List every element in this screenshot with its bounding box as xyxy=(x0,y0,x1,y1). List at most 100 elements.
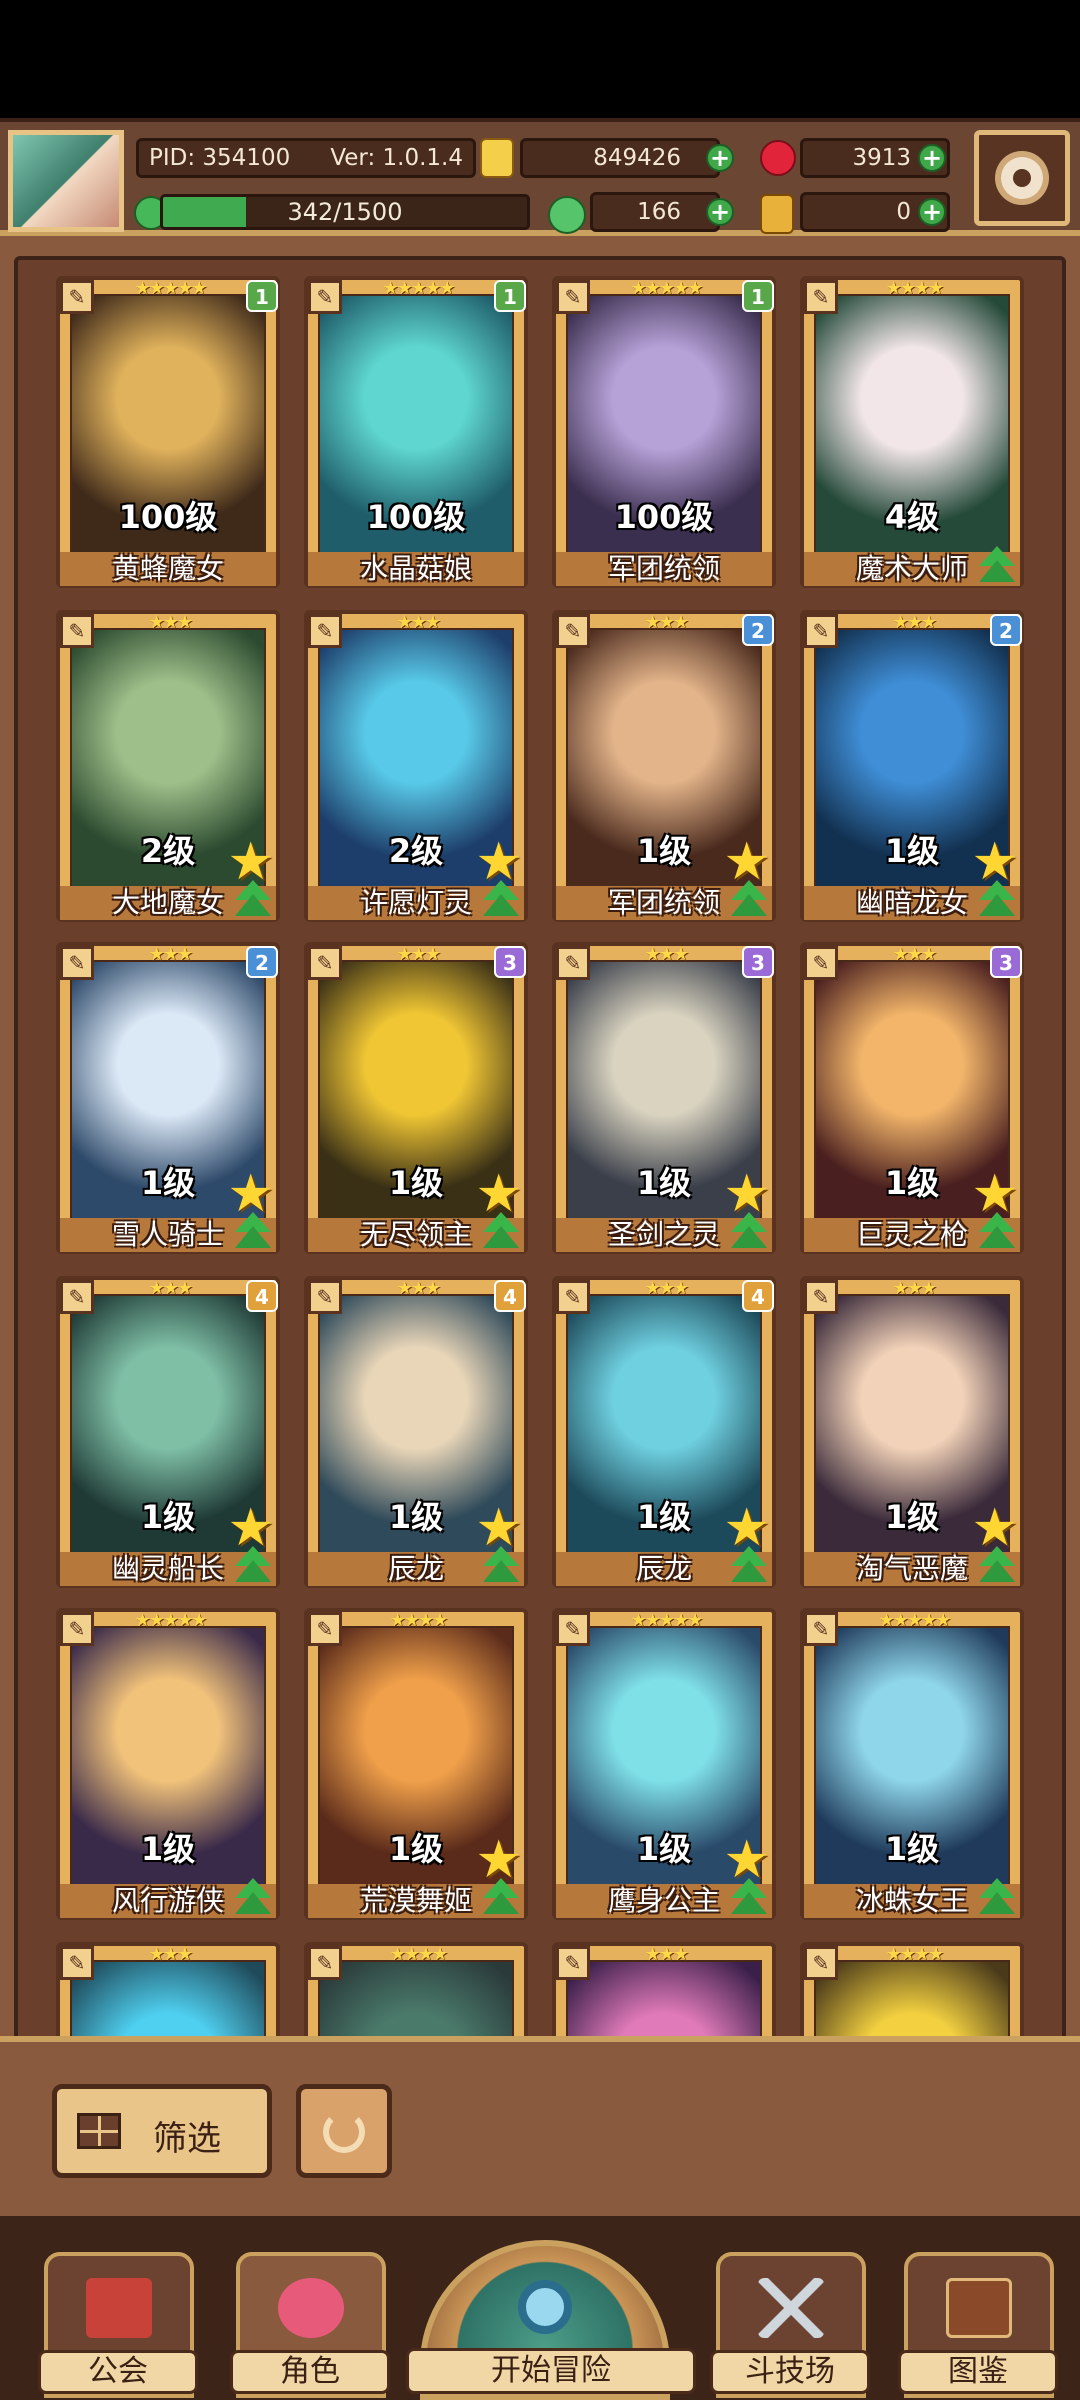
star-rating: ★★★★ xyxy=(885,278,945,299)
character-card[interactable]: ✎ ★★★ 2 1级 ★ 幽暗龙女 xyxy=(800,610,1024,922)
star-rating: ★★★ xyxy=(644,1278,689,1299)
character-card[interactable]: ✎ ★★★ 4 1级 ★ 幽灵船长 xyxy=(56,1276,280,1588)
level-up-arrow-icon xyxy=(728,1878,770,1920)
character-level: 100级 xyxy=(366,498,466,536)
character-level: 4级 xyxy=(884,498,940,536)
star-rating: ★★★ xyxy=(148,1278,193,1299)
star-rating: ★★★★★ xyxy=(134,278,208,299)
magnifier-icon xyxy=(518,2280,572,2334)
level-up-arrow-icon xyxy=(232,1546,274,1588)
level-up-arrow-icon xyxy=(232,1212,274,1254)
element-type-icon: ✎ xyxy=(308,946,342,980)
character-card[interactable]: ✎ ★★★★★ 1 100级 军团统领 xyxy=(552,276,776,588)
level-up-arrow-icon xyxy=(232,880,274,922)
character-card[interactable]: ✎ ★★★ 2级 ★ 许愿灯灵 xyxy=(304,610,528,922)
element-type-icon: ✎ xyxy=(556,1612,590,1646)
star-rating: ★★★ xyxy=(892,1278,937,1299)
character-card[interactable]: ✎ ★★★★ 4级 魔术大师 xyxy=(800,276,1024,588)
level-up-arrow-icon xyxy=(480,1212,522,1254)
character-card[interactable]: ✎ ★★★ 3 1级 ★ 巨灵之枪 xyxy=(800,942,1024,1254)
character-card[interactable]: ✎ ★★★ 3 1级 ★ 圣剑之灵 xyxy=(552,942,776,1254)
character-card[interactable]: ✎ ★★★ 4 1级 ★ 辰龙 xyxy=(552,1276,776,1588)
character-card[interactable]: ✎ ★★★ 2级 ★ 大地魔女 xyxy=(56,610,280,922)
level-up-arrow-icon xyxy=(728,880,770,922)
star-rating: ★★★★★ xyxy=(630,278,704,299)
rank-badge: 3 xyxy=(990,946,1022,978)
character-name: 军团统领 xyxy=(556,552,772,586)
element-type-icon: ✎ xyxy=(556,1280,590,1314)
grid-icon xyxy=(77,2113,121,2149)
character-icon xyxy=(278,2278,344,2338)
level-up-arrow-icon xyxy=(480,1878,522,1920)
level-up-arrow-icon xyxy=(728,1546,770,1588)
star-rating: ★★★★ xyxy=(885,1944,945,1965)
element-type-icon: ✎ xyxy=(308,1280,342,1314)
character-card[interactable]: ✎ ★★★★★ 1 100级 黄蜂魔女 xyxy=(56,276,280,588)
character-card[interactable]: ✎ ★★★★ 1级 ★ 荒漠舞姬 xyxy=(304,1608,528,1920)
star-rating: ★★★★★ xyxy=(382,278,456,299)
character-card[interactable]: ✎ ★★★ 2 1级 ★ 雪人骑士 xyxy=(56,942,280,1254)
character-card[interactable]: ✎ ★★★ 3 1级 ★ 无尽领主 xyxy=(304,942,528,1254)
element-type-icon: ✎ xyxy=(804,1280,838,1314)
element-type-icon: ✎ xyxy=(804,1946,838,1980)
rank-badge: 2 xyxy=(990,614,1022,646)
nav-codex[interactable]: 图鉴 xyxy=(898,2252,1058,2398)
level-up-arrow-icon xyxy=(976,880,1018,922)
element-type-icon: ✎ xyxy=(60,280,94,314)
filter-label: 筛选 xyxy=(153,2119,221,2159)
element-type-icon: ✎ xyxy=(804,280,838,314)
star-rating: ★★★ xyxy=(644,612,689,633)
crossed-swords-icon xyxy=(758,2278,824,2338)
star-rating: ★★★★★ xyxy=(878,1610,952,1631)
element-type-icon: ✎ xyxy=(60,614,94,648)
element-type-icon: ✎ xyxy=(556,946,590,980)
level-up-arrow-icon xyxy=(480,880,522,922)
start-adventure-label: 开始冒险 xyxy=(406,2348,696,2394)
element-type-icon: ✎ xyxy=(308,1612,342,1646)
character-card[interactable]: ✎ ★★★ 1级 ★ 淘气恶魔 xyxy=(800,1276,1024,1588)
filter-button[interactable]: 筛选 xyxy=(52,2084,272,2178)
reset-filter-button[interactable] xyxy=(296,2084,392,2178)
rank-badge: 3 xyxy=(494,946,526,978)
level-up-arrow-icon xyxy=(976,1212,1018,1254)
rank-badge: 1 xyxy=(246,280,278,312)
character-card[interactable]: ✎ ★★★★★ 1级 风行游侠 xyxy=(56,1608,280,1920)
rank-badge: 4 xyxy=(742,1280,774,1312)
nav-roles[interactable]: 角色 xyxy=(230,2252,390,2398)
element-type-icon: ✎ xyxy=(556,614,590,648)
star-rating: ★★★ xyxy=(148,612,193,633)
star-rating: ★★★ xyxy=(148,944,193,965)
element-type-icon: ✎ xyxy=(804,1612,838,1646)
character-card[interactable]: ✎ ★★★ 4 1级 ★ 辰龙 xyxy=(304,1276,528,1588)
element-type-icon: ✎ xyxy=(60,1946,94,1980)
nav-guild[interactable]: 公会 xyxy=(38,2252,198,2398)
star-rating: ★★★ xyxy=(396,1278,441,1299)
rank-badge: 2 xyxy=(246,946,278,978)
nav-roles-label: 角色 xyxy=(230,2350,390,2394)
star-rating: ★★★★ xyxy=(389,1944,449,1965)
rank-badge: 1 xyxy=(742,280,774,312)
character-card[interactable]: ✎ ★★★★★ 1 100级 水晶菇娘 xyxy=(304,276,528,588)
rank-badge: 1 xyxy=(494,280,526,312)
character-card[interactable]: ✎ ★★★★★ 1级 ★ 鹰身公主 xyxy=(552,1608,776,1920)
element-type-icon: ✎ xyxy=(60,1280,94,1314)
character-name: 水晶菇娘 xyxy=(308,552,524,586)
star-rating: ★★★ xyxy=(396,612,441,633)
rank-badge: 2 xyxy=(742,614,774,646)
character-grid: ✎ ★★★★★ 1 100级 黄蜂魔女 ✎ ★★★★★ 1 100级 水晶菇娘 ✎ ★★★★★ 1 100… xyxy=(0,0,1080,2254)
element-type-icon: ✎ xyxy=(60,1612,94,1646)
element-type-icon: ✎ xyxy=(308,614,342,648)
character-card[interactable]: ✎ ★★★★★ 1级 冰蛛女王 xyxy=(800,1608,1024,1920)
nav-arena[interactable]: 斗技场 xyxy=(710,2252,870,2398)
level-up-arrow-icon xyxy=(976,546,1018,588)
book-icon xyxy=(946,2278,1012,2338)
level-up-arrow-icon xyxy=(976,1878,1018,1920)
level-up-arrow-icon xyxy=(232,1878,274,1920)
character-card[interactable]: ✎ ★★★ 2 1级 ★ 军团统领 xyxy=(552,610,776,922)
star-rating: ★★★ xyxy=(644,944,689,965)
refresh-icon xyxy=(323,2111,365,2153)
star-rating: ★★★★★ xyxy=(630,1610,704,1631)
filter-bar: 筛选 xyxy=(0,2036,1080,2216)
guild-house-icon xyxy=(86,2278,152,2338)
element-type-icon: ✎ xyxy=(308,1946,342,1980)
